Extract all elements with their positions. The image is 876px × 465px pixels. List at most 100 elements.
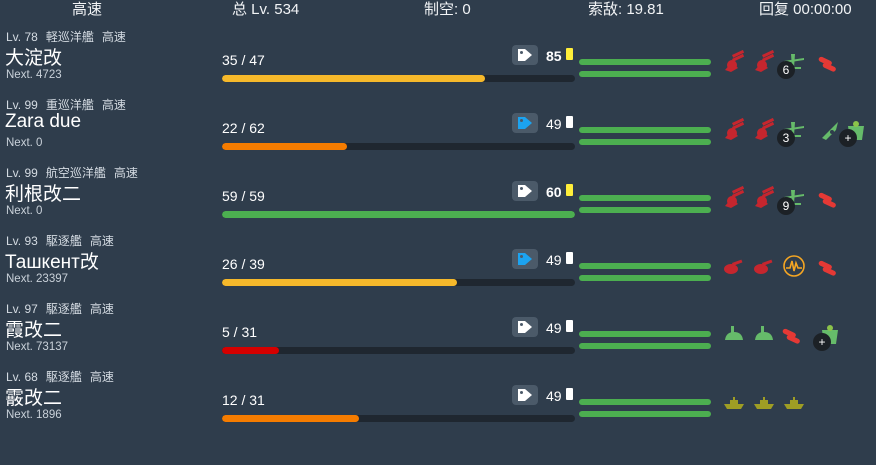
equip-slot[interactable] — [720, 320, 748, 348]
tag-button[interactable] — [512, 45, 538, 65]
hp-text: 59 / 59 — [222, 188, 265, 204]
fuel-bar — [579, 331, 711, 337]
ship-speed: 高速 — [101, 30, 126, 44]
equip-slot[interactable] — [720, 116, 748, 144]
tag-icon — [518, 389, 532, 401]
hp-bar-fill — [222, 75, 485, 82]
equip-slot[interactable] — [780, 388, 808, 416]
ship-name[interactable]: 霰改二 — [5, 383, 62, 410]
equip-slot[interactable]: + — [839, 116, 870, 147]
next-exp: Next. 73137 — [6, 341, 69, 353]
ship-row: Lv. 99 航空巡洋艦 高速 利根改二 Next. 0 59 / 59 60 9 — [0, 162, 876, 230]
ship-level: Lv. 93 — [6, 234, 38, 248]
hp-bar-fill — [222, 347, 279, 354]
equip-slot[interactable]: + — [813, 320, 844, 351]
fuel-bar — [579, 59, 711, 65]
hp-text: 5 / 31 — [222, 324, 258, 340]
equip-slot[interactable] — [816, 48, 844, 76]
tag-icon — [518, 253, 532, 265]
tag-button[interactable] — [512, 385, 538, 405]
supply-indicator — [566, 320, 573, 332]
ammo-bar — [579, 411, 711, 417]
equip-slot[interactable] — [816, 184, 844, 212]
hp-bar-fill — [222, 211, 575, 218]
fleet-summary-bar: 高速 总 Lv. 534 制空: 0 索敌: 19.81 回复 00:00:00 — [0, 0, 876, 18]
next-exp: Next. 23397 — [6, 273, 69, 285]
ammo-bar — [579, 207, 711, 213]
ship-row: Lv. 97 駆逐艦 高速 霞改二 Next. 73137 5 / 31 49 + — [0, 298, 876, 366]
condition-value: 60 — [546, 184, 562, 200]
proficiency-badge: 9 — [777, 197, 795, 215]
line-of-sight: 索敌: 19.81 — [588, 1, 664, 18]
ship-name[interactable]: 霞改二 — [5, 315, 62, 342]
supply-indicator — [566, 184, 573, 196]
equip-slot[interactable] — [780, 252, 808, 280]
equip-slot[interactable] — [750, 388, 778, 416]
tag-button[interactable] — [512, 317, 538, 337]
ship-type: 軽巡洋艦 — [45, 30, 94, 44]
expansion-slot-badge: + — [813, 333, 831, 351]
ship-row: Lv. 78 軽巡洋艦 高速 大淀改 Next. 4723 35 / 47 85 6 — [0, 26, 876, 94]
equip-slot[interactable] — [750, 116, 778, 144]
condition-value: 85 — [546, 48, 562, 64]
condition-value: 49 — [546, 252, 562, 268]
ship-speed: 高速 — [101, 98, 126, 112]
ship-speed: 高速 — [113, 166, 138, 180]
equip-slot[interactable] — [780, 320, 808, 348]
ship-row: Lv. 68 駆逐艦 高速 霰改二 Next. 1896 12 / 31 49 — [0, 366, 876, 434]
repair-timer: 回复 00:00:00 — [759, 1, 852, 18]
ship-name[interactable]: Zara due — [5, 111, 81, 133]
tag-button[interactable] — [512, 249, 538, 269]
ship-name[interactable]: 利根改二 — [5, 179, 81, 206]
hp-bar-fill — [222, 279, 458, 286]
equip-slot[interactable] — [750, 48, 778, 76]
condition-value: 49 — [546, 388, 562, 404]
equip-slot[interactable] — [750, 252, 778, 280]
equip-slot[interactable] — [720, 184, 748, 212]
hp-bar — [222, 75, 575, 82]
fuel-bar — [579, 263, 711, 269]
ship-type: 重巡洋艦 — [45, 98, 94, 112]
fuel-bar — [579, 195, 711, 201]
condition-value: 49 — [546, 116, 562, 132]
supply-indicator — [566, 48, 573, 60]
tag-button[interactable] — [512, 113, 538, 133]
equip-slot[interactable] — [720, 252, 748, 280]
fuel-bar — [579, 127, 711, 133]
ship-name[interactable]: 大淀改 — [5, 43, 62, 70]
hp-bar-fill — [222, 143, 348, 150]
hp-bar — [222, 279, 575, 286]
expansion-slot-badge: + — [839, 129, 857, 147]
hp-bar-fill — [222, 415, 359, 422]
tag-icon — [518, 321, 532, 333]
equip-slot[interactable] — [750, 320, 778, 348]
ship-speed: 高速 — [89, 234, 114, 248]
ammo-bar — [579, 139, 711, 145]
equip-slot[interactable]: 3 — [777, 116, 808, 147]
supply-indicator — [566, 388, 573, 400]
equip-slot[interactable]: 6 — [777, 48, 808, 79]
equip-slot[interactable] — [750, 184, 778, 212]
supply-indicator — [566, 116, 573, 128]
equip-slot[interactable] — [720, 388, 748, 416]
ship-type: 駆逐艦 — [45, 302, 82, 316]
equip-slot[interactable]: 9 — [777, 184, 808, 215]
next-exp: Next. 0 — [6, 205, 43, 217]
ammo-bar — [579, 71, 711, 77]
tag-icon — [518, 117, 532, 129]
ship-name[interactable]: Ташкент改 — [5, 247, 99, 274]
equip-slot[interactable] — [816, 252, 844, 280]
hp-bar — [222, 347, 575, 354]
tag-icon — [518, 49, 532, 61]
air-control: 制空: 0 — [424, 1, 471, 18]
ship-level: Lv. 68 — [6, 370, 38, 384]
ship-type: 駆逐艦 — [45, 234, 82, 248]
fuel-bar — [579, 399, 711, 405]
ship-type: 航空巡洋艦 — [45, 166, 106, 180]
next-exp: Next. 1896 — [6, 409, 62, 421]
ship-row: Lv. 99 重巡洋艦 高速 Zara due Next. 0 22 / 62 49… — [0, 94, 876, 162]
tag-button[interactable] — [512, 181, 538, 201]
condition-value: 49 — [546, 320, 562, 336]
proficiency-badge: 3 — [777, 129, 795, 147]
equip-slot[interactable] — [720, 48, 748, 76]
